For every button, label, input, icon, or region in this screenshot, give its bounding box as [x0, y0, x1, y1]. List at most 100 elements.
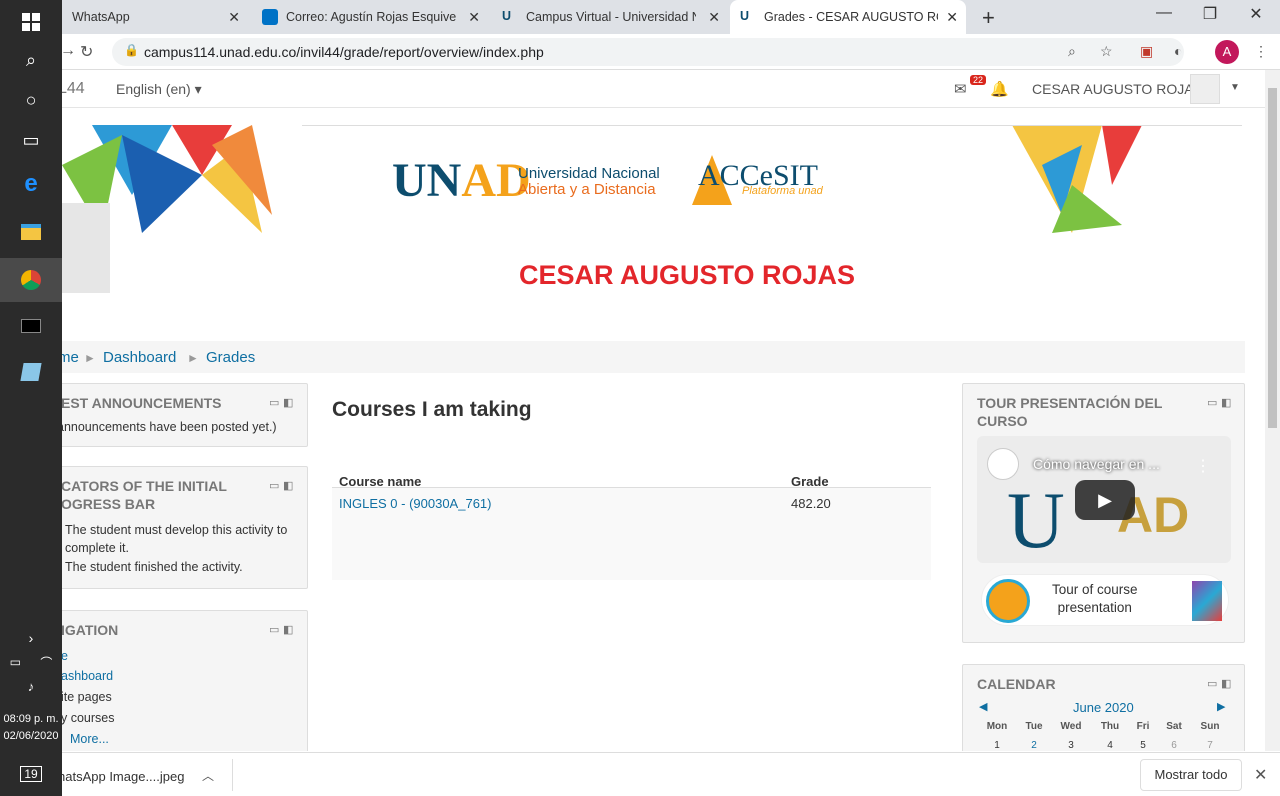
- calendar-block: CALENDAR ▭ ◧ ◀ June 2020 ▶ Mon Tue Wed T…: [962, 664, 1245, 751]
- calendar-day[interactable]: 1: [982, 740, 1012, 751]
- breadcrumb-grades[interactable]: Grades: [206, 349, 255, 366]
- calendar-day[interactable]: 7: [1195, 740, 1225, 751]
- tab-mail[interactable]: Correo: Agustín Rojas Esquivel - C✕: [252, 0, 488, 34]
- url-text[interactable]: campus114.unad.edu.co/invil44/grade/repo…: [144, 44, 544, 60]
- minimize-icon[interactable]: —: [1144, 4, 1184, 22]
- browser-tab-strip: WhatsApp ✕ Correo: Agustín Rojas Esquivel…: [62, 0, 1280, 34]
- nav-item-dashboard[interactable]: ashboard: [62, 667, 113, 685]
- pdf-extension-icon[interactable]: ▣: [1140, 43, 1153, 60]
- calendar-day[interactable]: 6: [1159, 740, 1189, 751]
- chrome-icon[interactable]: [0, 258, 62, 302]
- calendar-day[interactable]: 5: [1128, 740, 1158, 751]
- task-view-icon[interactable]: ▭: [0, 118, 62, 162]
- channel-avatar[interactable]: [987, 448, 1019, 480]
- page-scrollbar[interactable]: [1265, 70, 1280, 751]
- breadcrumb-dashboard[interactable]: Dashboard: [103, 349, 176, 366]
- web-page: L44 English (en) ▾ ✉ 22 🔔 CESAR AUGUSTO …: [62, 70, 1265, 751]
- chevron-down-icon[interactable]: ▼: [1230, 82, 1240, 93]
- user-avatar[interactable]: [1190, 74, 1220, 104]
- previous-month-icon[interactable]: ◀: [979, 700, 987, 713]
- tab-grades[interactable]: UGrades - CESAR AUGUSTO ROJAS✕: [730, 0, 966, 34]
- search-icon[interactable]: ⌕: [0, 38, 62, 82]
- weekday-label: Wed: [1060, 721, 1082, 732]
- terminal-icon[interactable]: [0, 304, 62, 348]
- close-icon[interactable]: ✕: [228, 9, 240, 26]
- more-options-icon[interactable]: ⋮: [1195, 456, 1211, 476]
- bookmark-star-icon[interactable]: ☆: [1100, 43, 1113, 60]
- close-icon[interactable]: ✕: [946, 9, 958, 26]
- restore-icon[interactable]: ❐: [1190, 4, 1230, 24]
- site-brand[interactable]: L44: [62, 80, 85, 98]
- block-text: announcements have been posted yet.): [62, 420, 277, 434]
- collapse-icon[interactable]: ▭: [1207, 677, 1217, 690]
- column-grade[interactable]: Grade: [791, 474, 829, 489]
- collapse-icon[interactable]: ▭: [1207, 396, 1217, 409]
- nav-item-home[interactable]: e: [62, 647, 68, 665]
- navigation-block: IGATION ▭ ◧ e ashboard ite pages y cours…: [62, 610, 308, 751]
- messages-icon[interactable]: ✉: [954, 80, 967, 98]
- latest-announcements-block: EST ANNOUNCEMENTS ▭ ◧ announcements have…: [62, 383, 308, 447]
- notifications-icon[interactable]: 19: [0, 752, 62, 796]
- edge-icon[interactable]: e: [0, 162, 62, 206]
- main-heading: Courses I am taking: [332, 398, 532, 421]
- lock-icon[interactable]: 🔒: [124, 43, 139, 57]
- tour-presentation-button[interactable]: Tour of course presentation: [981, 574, 1229, 626]
- zoom-icon[interactable]: ⌕: [1068, 43, 1076, 60]
- scrollbar-thumb[interactable]: [1268, 88, 1277, 428]
- show-all-button[interactable]: Mostrar todo: [1140, 759, 1242, 791]
- unad-icon: U: [740, 9, 750, 23]
- course-link[interactable]: INGLES 0 - (90030A_761): [339, 496, 491, 511]
- calendar-month[interactable]: June 2020: [1073, 700, 1134, 715]
- breadcrumb: me ► Dashboard ► Grades: [62, 341, 1245, 373]
- breadcrumb-home[interactable]: me: [62, 349, 79, 366]
- profile-avatar[interactable]: A: [1215, 40, 1239, 64]
- browser-toolbar: → ↻ 🔒 campus114.unad.edu.co/invil44/grad…: [60, 34, 1280, 70]
- dock-icon[interactable]: ◧: [1221, 396, 1231, 409]
- close-icon[interactable]: ✕: [1254, 765, 1267, 785]
- close-window-icon[interactable]: ✕: [1236, 4, 1276, 24]
- indicator-text: The student must develop this activity t…: [65, 523, 288, 537]
- close-icon[interactable]: ✕: [468, 9, 480, 26]
- nav-item-more[interactable]: More...: [70, 730, 109, 748]
- grades-table: Course name Grade INGLES 0 - (90030A_761…: [332, 452, 931, 580]
- chevron-up-icon[interactable]: ︿: [202, 767, 214, 784]
- calendar-day[interactable]: 3: [1056, 740, 1086, 751]
- nav-item-my-courses[interactable]: y courses: [62, 709, 115, 727]
- app-icon[interactable]: [0, 350, 62, 394]
- file-explorer-icon[interactable]: [0, 210, 62, 254]
- nav-item-site-pages[interactable]: ite pages: [62, 688, 112, 706]
- user-menu-name[interactable]: CESAR AUGUSTO ROJAS: [1032, 81, 1203, 97]
- calendar-day[interactable]: 2: [1019, 740, 1049, 751]
- collapse-icon[interactable]: ▭: [269, 623, 279, 636]
- tab-whatsapp[interactable]: WhatsApp ✕: [62, 0, 248, 34]
- collapse-icon[interactable]: ▭: [269, 479, 279, 492]
- collapse-icon[interactable]: ▭: [269, 396, 279, 409]
- cortana-icon[interactable]: ○: [0, 78, 62, 122]
- breadcrumb-separator: ►: [84, 351, 96, 365]
- play-icon[interactable]: ▶: [1075, 480, 1135, 520]
- new-tab-button[interactable]: +: [982, 5, 995, 31]
- video-title[interactable]: Cómo navegar en ...: [1033, 456, 1160, 472]
- dock-icon[interactable]: ◧: [283, 623, 293, 636]
- column-course-name[interactable]: Course name: [339, 474, 421, 489]
- extension-icon[interactable]: ◐: [1174, 43, 1182, 59]
- calendar-day[interactable]: 4: [1095, 740, 1125, 751]
- compass-icon: [986, 579, 1030, 623]
- taskbar-clock[interactable]: 08:09 p. m. 02/06/2020: [0, 711, 62, 745]
- next-month-icon[interactable]: ▶: [1217, 700, 1225, 713]
- address-bar[interactable]: 🔒 campus114.unad.edu.co/invil44/grade/re…: [112, 38, 1184, 66]
- notification-bell-icon[interactable]: 🔔: [990, 80, 1009, 98]
- dock-icon[interactable]: ◧: [283, 396, 293, 409]
- tab-campus[interactable]: U Campus Virtual - Universidad Na ✕: [492, 0, 728, 34]
- forward-icon[interactable]: →: [60, 42, 76, 60]
- close-icon[interactable]: ✕: [708, 9, 720, 26]
- download-file-name[interactable]: hatsApp Image....jpeg: [58, 769, 184, 784]
- dock-icon[interactable]: ◧: [1221, 677, 1231, 690]
- dock-icon[interactable]: ◧: [283, 479, 293, 492]
- language-menu[interactable]: English (en) ▾: [116, 81, 202, 98]
- volume-icon[interactable]: ♪: [0, 664, 62, 708]
- block-title: OGRESS BAR: [62, 496, 156, 512]
- menu-icon[interactable]: ⋮: [1254, 43, 1268, 60]
- reload-icon[interactable]: ↻: [80, 42, 93, 62]
- youtube-video[interactable]: U AD Cómo navegar en ... ⋮ ▶: [977, 436, 1231, 563]
